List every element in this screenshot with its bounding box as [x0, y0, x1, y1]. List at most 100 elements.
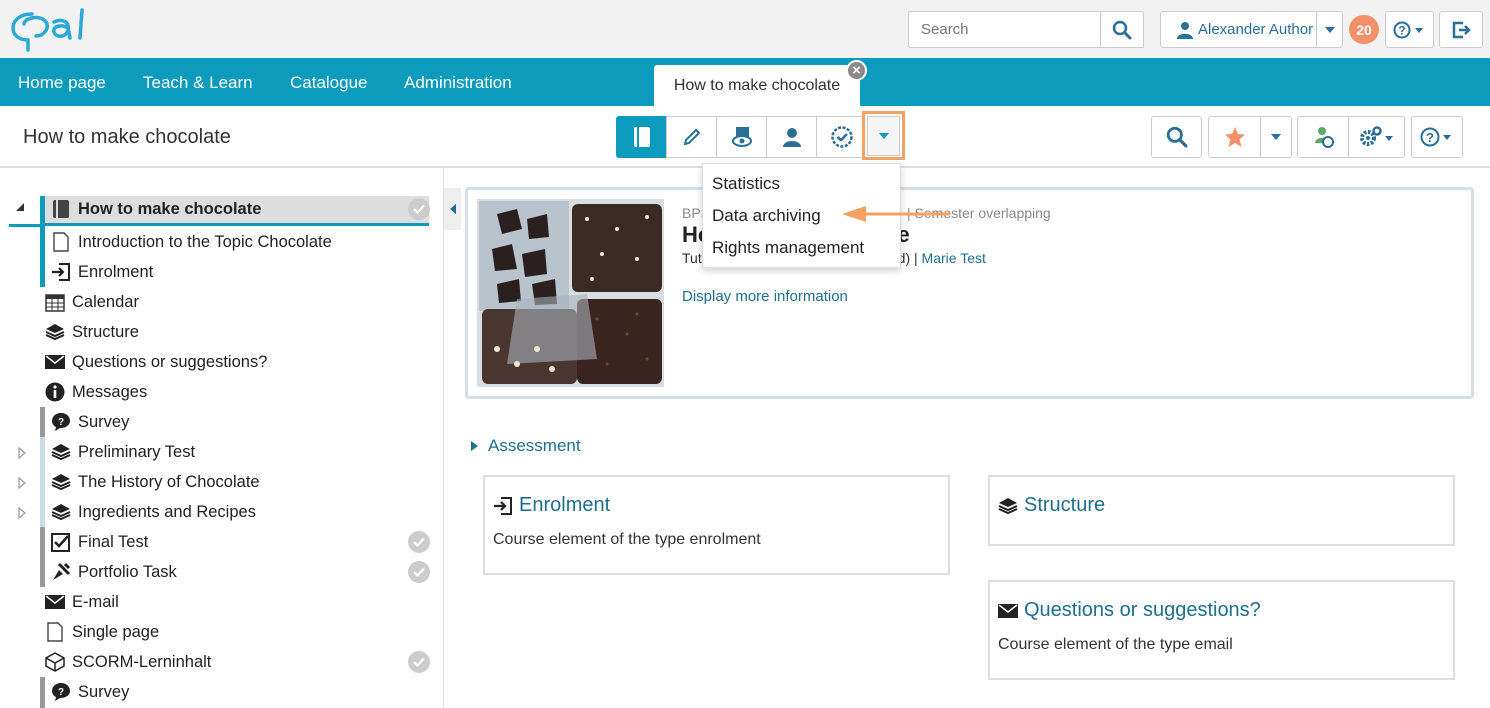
logout-button[interactable] — [1439, 11, 1483, 48]
svg-text:?: ? — [58, 687, 64, 698]
assessment-label: Assessment — [488, 436, 581, 455]
sidebar-item-label: Ingredients and Recipes — [78, 502, 256, 521]
completed-check-icon — [408, 561, 430, 583]
nav-catalogue[interactable]: Catalogue — [290, 73, 368, 93]
user-name: Alexander Author — [1198, 21, 1314, 38]
card-title-link[interactable]: Enrolment — [493, 494, 610, 517]
sidebar-item-enrolment[interactable]: Enrolment — [50, 257, 153, 287]
sidebar-item-structure[interactable]: Structure — [44, 317, 139, 347]
survey-icon: ? — [50, 681, 72, 703]
sidebar-item-label: Enrolment — [78, 262, 154, 281]
nav-administration[interactable]: Administration — [404, 73, 512, 93]
tree-level-bar — [40, 437, 45, 527]
menu-item-rights-management[interactable]: Rights management — [712, 238, 864, 258]
help-icon: ? — [1393, 21, 1423, 38]
card-title-link[interactable]: Structure — [998, 494, 1105, 517]
sidebar-item-course-root[interactable]: How to make chocolate — [50, 194, 261, 224]
course-view-button[interactable] — [616, 116, 667, 158]
share-button[interactable] — [1297, 116, 1349, 158]
notification-badge[interactable]: 20 — [1349, 15, 1379, 44]
sidebar-item-label: Structure — [72, 322, 139, 341]
scorm-icon — [44, 651, 66, 673]
page-icon — [44, 621, 66, 643]
sidebar-item-messages[interactable]: Messages — [44, 377, 147, 407]
star-icon — [1224, 127, 1245, 147]
members-icon — [782, 128, 801, 147]
tree-level-bar — [40, 227, 45, 287]
preview-button[interactable] — [716, 116, 767, 158]
card-description: Course element of the type enrolment — [493, 531, 761, 548]
caret-down-icon — [1271, 134, 1281, 140]
user-menu-caret[interactable] — [1316, 12, 1342, 47]
card-title: Questions or suggestions? — [1024, 599, 1261, 621]
course-title: How to make chocolate — [23, 126, 231, 148]
sidebar-item-label: How to make chocolate — [78, 199, 262, 218]
svg-text:?: ? — [58, 417, 64, 428]
layers-icon — [44, 321, 66, 343]
sidebar-item-final-test[interactable]: Final Test — [50, 527, 148, 557]
sidebar-item-label: Calendar — [72, 292, 139, 311]
menu-item-data-archiving[interactable]: Data archiving — [712, 206, 821, 226]
envelope-icon — [998, 603, 1018, 618]
course-image — [477, 199, 664, 387]
search-input[interactable] — [909, 12, 1100, 47]
sidebar-item-history[interactable]: The History of Chocolate — [50, 467, 260, 497]
members-button[interactable] — [766, 116, 817, 158]
course-help-button[interactable]: ? — [1411, 116, 1463, 158]
search-icon — [1166, 126, 1187, 148]
assessment-tool-button[interactable] — [816, 116, 867, 158]
sidebar-item-label: Survey — [78, 412, 130, 431]
search-box — [908, 11, 1144, 48]
course-author-link[interactable]: Marie Test — [922, 250, 986, 266]
collapse-sidebar-button[interactable] — [444, 188, 461, 230]
menu-item-statistics[interactable]: Statistics — [712, 174, 780, 194]
svg-text:?: ? — [1398, 23, 1405, 37]
collapsed-triangle-icon[interactable] — [18, 507, 26, 519]
display-more-info-link[interactable]: Display more information — [682, 288, 848, 305]
sidebar-item-single-page[interactable]: Single page — [44, 617, 159, 647]
sidebar-item-introduction[interactable]: Introduction to the Topic Chocolate — [50, 227, 332, 257]
tree-level-bar — [40, 677, 45, 708]
tree-level-bar — [40, 407, 45, 437]
user-menu-button[interactable]: Alexander Author — [1160, 11, 1343, 48]
sidebar-item-survey[interactable]: ? Survey — [50, 407, 129, 437]
opal-logo[interactable] — [10, 6, 106, 54]
collapsed-triangle-icon[interactable] — [18, 447, 26, 459]
card-structure: Structure — [988, 475, 1455, 546]
sidebar-item-portfolio-task[interactable]: Portfolio Task — [50, 557, 177, 587]
card-enrolment: Enrolment Course element of the type enr… — [483, 475, 950, 575]
completed-check-icon — [408, 198, 430, 220]
sidebar-item-calendar[interactable]: Calendar — [44, 287, 139, 317]
card-title-link[interactable]: Questions or suggestions? — [998, 599, 1261, 622]
sidebar-item-ingredients[interactable]: Ingredients and Recipes — [50, 497, 256, 527]
svg-text:?: ? — [1426, 130, 1434, 145]
sidebar-item-label: Introduction to the Topic Chocolate — [78, 232, 332, 251]
help-button[interactable]: ? — [1385, 11, 1434, 48]
collapsed-triangle-icon[interactable] — [18, 477, 26, 489]
user-icon — [1177, 21, 1193, 39]
settings-button[interactable] — [1348, 116, 1405, 158]
gears-icon — [1359, 126, 1393, 146]
sidebar-item-email[interactable]: E-mail — [44, 587, 119, 617]
assessment-toggle[interactable]: Assessment — [471, 436, 581, 456]
completed-check-icon — [408, 651, 430, 673]
card-title: Structure — [1024, 494, 1106, 516]
sidebar-item-preliminary-test[interactable]: Preliminary Test — [50, 437, 195, 467]
caret-right-icon — [471, 441, 478, 451]
favorite-button[interactable] — [1208, 116, 1292, 158]
more-tools-dropdown-button[interactable] — [862, 111, 905, 160]
edit-button[interactable] — [666, 116, 717, 158]
nav-teach-learn[interactable]: Teach & Learn — [143, 73, 253, 93]
expanded-triangle-icon[interactable] — [16, 203, 26, 213]
sidebar-item-questions[interactable]: Questions or suggestions? — [44, 347, 267, 377]
search-icon — [1112, 20, 1132, 39]
nav-home-page[interactable]: Home page — [18, 73, 106, 93]
close-tab-icon[interactable]: × — [846, 60, 867, 81]
tab-course[interactable]: How to make chocolate — [654, 65, 860, 106]
pencil-icon — [683, 128, 700, 146]
search-button[interactable] — [1100, 12, 1143, 47]
sidebar-item-survey-2[interactable]: ? Survey — [50, 677, 129, 707]
sidebar-item-scorm[interactable]: SCORM-Lerninhalt — [44, 647, 211, 677]
course-search-button[interactable] — [1151, 116, 1202, 158]
layers-icon — [50, 501, 72, 523]
